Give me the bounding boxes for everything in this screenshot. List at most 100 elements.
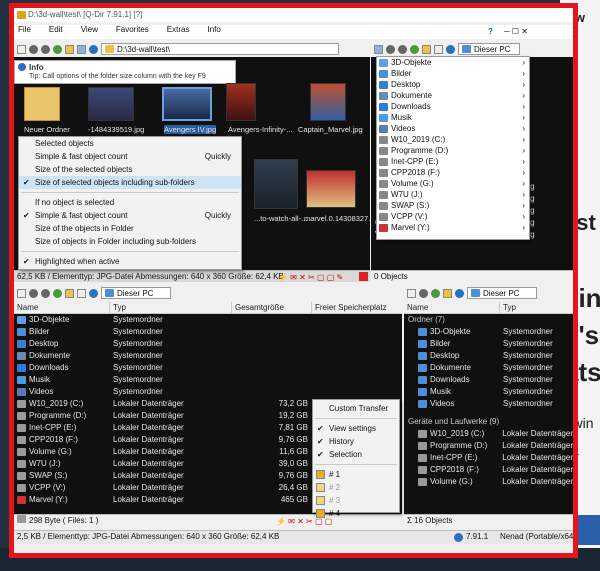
table-row[interactable]: Volume (G:) Lokaler Datenträger	[404, 476, 573, 488]
column-type[interactable]: Typ	[500, 302, 573, 314]
menu-item-layout-1[interactable]: # 1	[313, 468, 399, 481]
menu-item-size-selected[interactable]: Size of the selected objects	[19, 163, 241, 176]
pane-menu-icon[interactable]	[17, 288, 26, 298]
menu-file[interactable]: File	[14, 25, 31, 34]
pane-menu-icon[interactable]	[407, 288, 416, 298]
menu-item-simple-count[interactable]: Simple & fast object count Quickly	[19, 150, 241, 163]
view-icon[interactable]	[77, 44, 86, 54]
menu-favorites[interactable]: Favorites	[112, 25, 149, 34]
table-row[interactable]: 3D-Objekte Systemordner	[404, 326, 573, 338]
table-row[interactable]: Downloads Systemordner	[14, 362, 402, 374]
help-icon[interactable]: ?	[484, 27, 493, 36]
image-thumb[interactable]	[88, 87, 134, 121]
menu-info[interactable]: Info	[203, 25, 220, 34]
drive-menu-item[interactable]: CPP2018 (F:)	[377, 167, 529, 178]
table-row[interactable]: Videos Systemordner	[14, 386, 402, 398]
menu-item-custom-transfer[interactable]: Custom Transfer	[313, 402, 399, 415]
table-row[interactable]: Programme (D:) Lokaler Datenträger	[404, 440, 573, 452]
menu-item-layout-3[interactable]: # 3	[313, 494, 399, 507]
image-thumb[interactable]	[226, 83, 256, 121]
folder-thumb[interactable]	[24, 87, 60, 121]
table-row[interactable]: W10_2019 (C:) Lokaler Datenträger	[404, 428, 573, 440]
window-controls[interactable]: ─ ☐ ✕	[500, 27, 528, 36]
menu-item-selected-objects[interactable]: Selected objects	[19, 137, 241, 150]
table-row[interactable]: Downloads Systemordner	[404, 374, 573, 386]
drive-menu-item[interactable]: Downloads	[377, 101, 529, 112]
forward-icon[interactable]	[398, 44, 407, 54]
drive-menu-button[interactable]	[374, 44, 383, 54]
column-total-size[interactable]: Gesamtgröße	[232, 301, 312, 314]
table-row[interactable]: Inet-CPP (E:) Lokaler Datenträger	[404, 452, 573, 464]
menu-item-history[interactable]: History	[313, 435, 399, 448]
image-thumb[interactable]	[254, 159, 298, 209]
drive-menu-item[interactable]: Volume (G:)	[377, 178, 529, 189]
table-row[interactable]: Videos Systemordner	[404, 398, 573, 410]
drive-menu-item[interactable]: Dokumente	[377, 90, 529, 101]
image-thumb[interactable]	[310, 83, 346, 121]
up-icon[interactable]	[410, 44, 419, 54]
top-right-address-bar[interactable]: Dieser PC	[458, 43, 520, 55]
menu-item-layout-2[interactable]: # 2	[313, 481, 399, 494]
table-row[interactable]: Dokumente Systemordner	[404, 362, 573, 374]
drive-menu-item[interactable]: VCPP (V:)	[377, 211, 529, 222]
close-icon[interactable]	[359, 272, 368, 281]
drive-menu-item[interactable]: Desktop	[377, 79, 529, 90]
drive-menu-item[interactable]: Programme (D:)	[377, 145, 529, 156]
folder-icon[interactable]	[65, 44, 74, 54]
menu-item-simple-count-2[interactable]: Simple & fast object count Quickly	[19, 209, 241, 222]
folder-icon[interactable]	[65, 288, 74, 298]
menu-edit[interactable]: Edit	[45, 25, 63, 34]
table-row[interactable]: 3D-Objekte Systemordner	[14, 314, 402, 326]
column-name[interactable]: Name	[14, 301, 110, 314]
drive-menu-item[interactable]: Marvel (Y:)	[377, 222, 529, 233]
toolbar-icons[interactable]: ⚡ ✉ ✕ ✂ ▢ ▢ ✎	[278, 272, 343, 284]
view-icon[interactable]	[77, 288, 86, 298]
drive-menu-item[interactable]: 3D-Objekte	[377, 57, 529, 68]
menu-item-size-selected-subfolders[interactable]: Size of selected objects including sub-f…	[19, 176, 241, 189]
up-icon[interactable]	[53, 288, 62, 298]
drive-menu-item[interactable]: Musik	[377, 112, 529, 123]
back-icon[interactable]	[29, 44, 38, 54]
refresh-icon[interactable]	[89, 44, 98, 54]
up-icon[interactable]	[53, 44, 62, 54]
menu-view[interactable]: View	[77, 25, 98, 34]
bottom-left-address-bar[interactable]: Dieser PC	[101, 287, 171, 299]
drive-menu-item[interactable]: Inet-CPP (E:)	[377, 156, 529, 167]
back-icon[interactable]	[386, 44, 395, 54]
pane-menu-icon[interactable]	[17, 44, 26, 54]
globe-icon[interactable]	[466, 28, 475, 37]
menu-item-size-folder-subfolders[interactable]: Size of objects in Folder including sub-…	[19, 235, 241, 248]
top-left-address-bar[interactable]: D:\3d-wall\test\	[101, 43, 339, 55]
drive-menu-item[interactable]: W10_2019 (C:)	[377, 134, 529, 145]
image-thumb[interactable]	[306, 170, 356, 208]
group-header-drives[interactable]: Geräte und Laufwerke (9)	[404, 416, 573, 428]
drive-menu-item[interactable]: Videos	[377, 123, 529, 134]
menu-item-view-settings[interactable]: View settings	[313, 422, 399, 435]
bottom-right-address-bar[interactable]: Dieser PC	[467, 287, 537, 299]
menu-item-highlighted-active[interactable]: Highlighted when active	[19, 255, 241, 268]
table-row[interactable]: Musik Systemordner	[14, 374, 402, 386]
table-row[interactable]: Dokumente Systemordner	[14, 350, 402, 362]
globe-icon[interactable]	[454, 533, 463, 542]
view-icon[interactable]	[434, 44, 443, 54]
drive-menu-item[interactable]: W7U (J:)	[377, 189, 529, 200]
forward-icon[interactable]	[41, 288, 50, 298]
drive-menu-item[interactable]: SWAP (S:)	[377, 200, 529, 211]
back-icon[interactable]	[29, 288, 38, 298]
table-row[interactable]: Bilder Systemordner	[404, 338, 573, 350]
table-row[interactable]: CPP2018 (F:) Lokaler Datenträger	[404, 464, 573, 476]
refresh-icon[interactable]	[455, 288, 464, 298]
table-row[interactable]: Desktop Systemordner	[404, 350, 573, 362]
menu-item-size-folder[interactable]: Size of the objects in Folder	[19, 222, 241, 235]
menu-item-selection[interactable]: Selection	[313, 448, 399, 461]
drive-menu-item[interactable]: Bilder	[377, 68, 529, 79]
table-row[interactable]: Bilder Systemordner	[14, 326, 402, 338]
table-row[interactable]: Musik Systemordner	[404, 386, 573, 398]
menu-item-layout-4[interactable]: # 4	[313, 507, 399, 520]
back-icon[interactable]	[419, 288, 428, 298]
group-header-folders[interactable]: Ordner (7)	[404, 314, 573, 326]
column-free-space[interactable]: Freier Speicherplatz	[312, 302, 402, 314]
menu-item-no-selection[interactable]: If no object is selected	[19, 196, 241, 209]
column-name[interactable]: Name	[404, 301, 500, 314]
folder-icon[interactable]	[443, 288, 452, 298]
